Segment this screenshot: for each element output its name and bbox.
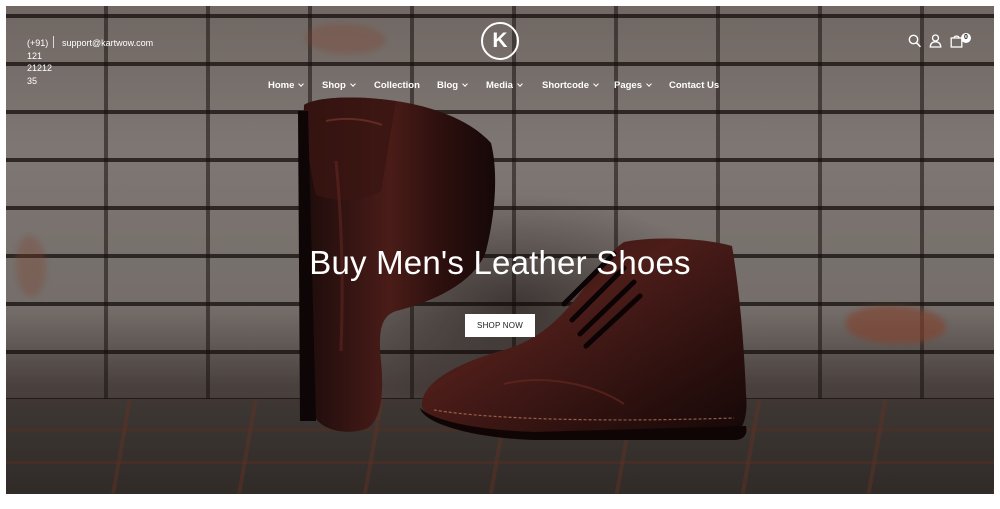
shop-now-button[interactable]: SHOP NOW bbox=[465, 314, 535, 337]
search-icon[interactable] bbox=[908, 34, 921, 48]
nav-item-collection[interactable]: Collection bbox=[374, 80, 420, 91]
cart-count-badge: 0 bbox=[961, 33, 971, 43]
main-navigation: Home Shop Collection Blog Media Shortcod… bbox=[0, 80, 1000, 94]
chevron-down-icon bbox=[646, 81, 652, 87]
chevron-down-icon bbox=[593, 81, 599, 87]
nav-item-contact-us[interactable]: Contact Us bbox=[669, 80, 719, 91]
nav-item-shortcode[interactable]: Shortcode bbox=[542, 80, 599, 91]
shopping-bag-icon[interactable]: 0 bbox=[950, 33, 972, 48]
chevron-down-icon bbox=[349, 81, 356, 87]
nav-item-shop[interactable]: Shop bbox=[322, 80, 356, 91]
nav-item-label: Media bbox=[486, 80, 513, 91]
nav-item-blog[interactable]: Blog bbox=[437, 80, 468, 91]
chevron-down-icon bbox=[517, 81, 523, 87]
nav-item-media[interactable]: Media bbox=[486, 80, 523, 91]
user-icon[interactable] bbox=[929, 34, 942, 48]
nav-item-label: Blog bbox=[437, 80, 459, 91]
nav-item-label: Collection bbox=[374, 80, 420, 91]
nav-item-home[interactable]: Home bbox=[268, 80, 305, 91]
nav-item-label: Contact Us bbox=[669, 80, 720, 91]
chevron-down-icon bbox=[462, 81, 468, 87]
contact-divider bbox=[53, 36, 54, 48]
nav-item-label: Shop bbox=[322, 80, 346, 91]
contact-email[interactable]: support@kartwow.com bbox=[62, 37, 153, 49]
nav-item-label: Home bbox=[268, 80, 295, 91]
hero-headline: Buy Men's Leather Shoes bbox=[309, 244, 691, 281]
header-actions: 0 bbox=[908, 33, 972, 48]
chevron-down-icon bbox=[298, 81, 305, 87]
nav-item-label: Shortcode bbox=[542, 80, 589, 91]
nav-item-label: Pages bbox=[614, 80, 642, 91]
nav-item-pages[interactable]: Pages bbox=[614, 80, 652, 91]
brand-logo[interactable]: K bbox=[481, 22, 519, 60]
logo-letter: K bbox=[492, 29, 508, 52]
